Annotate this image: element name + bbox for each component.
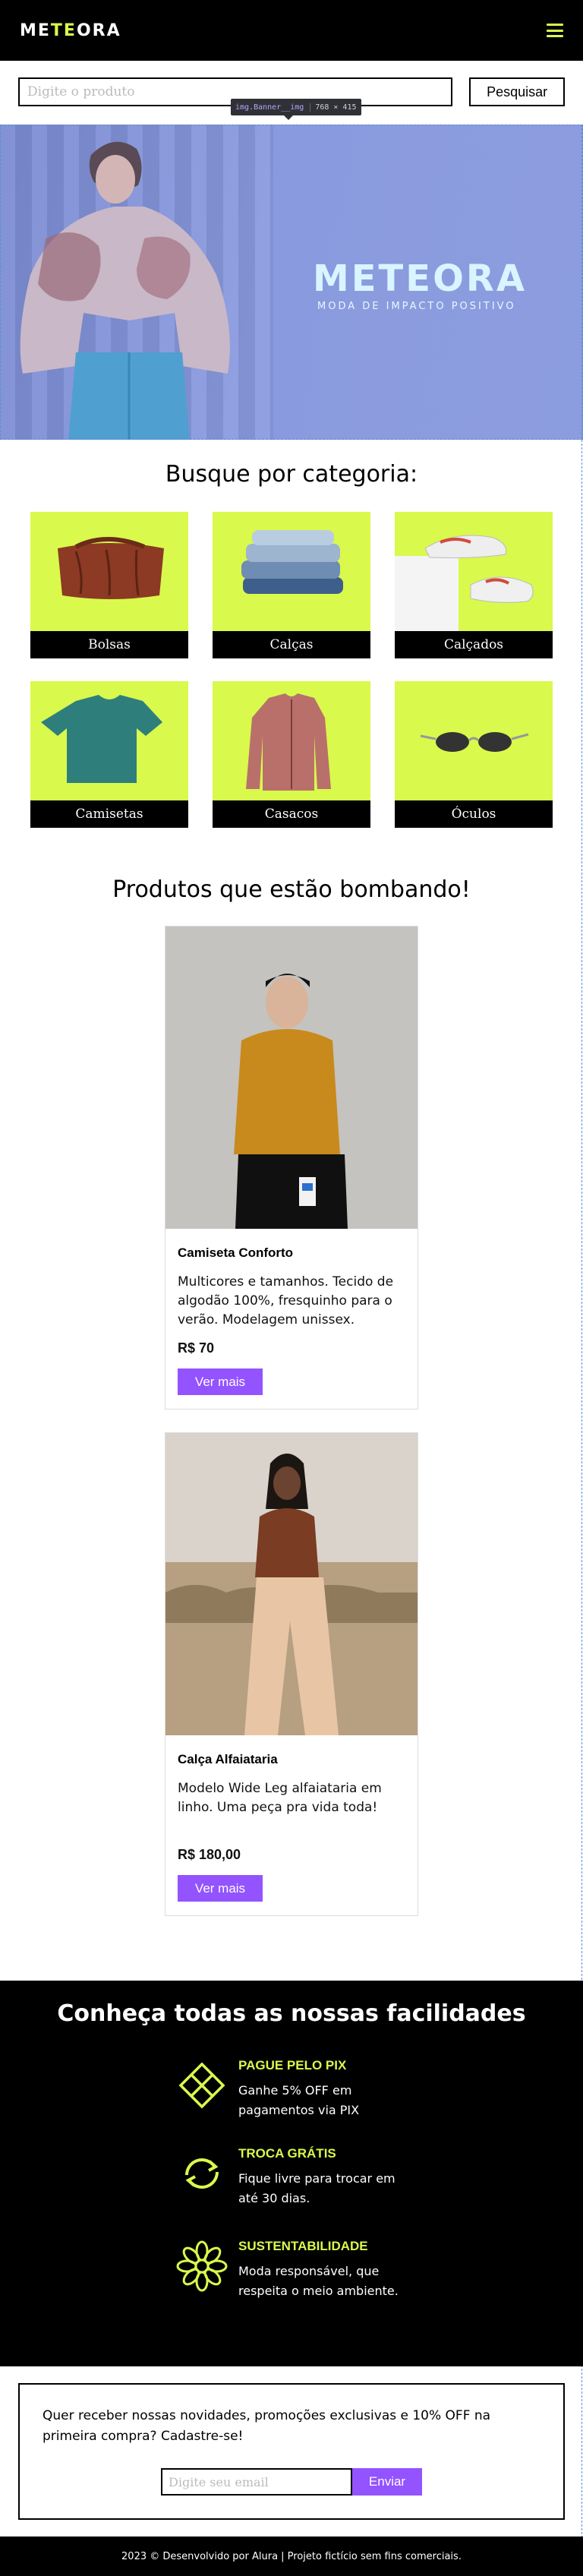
category-label: Calças (213, 631, 370, 658)
categories-grid: Bolsas Calças Calçados Camisetas Casacos… (0, 488, 583, 828)
facility-heading: SUSTENTABILIDADE (238, 2239, 368, 2253)
category-label: Casacos (213, 800, 370, 828)
see-more-button[interactable]: Ver mais (178, 1875, 263, 1902)
facility-sustentabilidade: SUSTENTABILIDADE Moda responsável, que r… (175, 2239, 405, 2301)
category-card-calcas[interactable]: Calças (213, 512, 370, 658)
facility-description: Fique livre para trocar em até 30 dias. (238, 2171, 395, 2205)
footer-text: 2023 © Desenvolvido por Alura | Projeto … (121, 2550, 462, 2562)
product-description: Multicores e tamanhos. Tecido de algodão… (178, 1274, 394, 1327)
product-name: Camiseta Conforto (178, 1245, 294, 1260)
facility-description: Moda responsável, que respeita o meio am… (238, 2264, 399, 2298)
newsletter-text: Quer receber nossas novidades, promoções… (43, 2408, 491, 2444)
product-description: Modelo Wide Leg alfaiataria em linho. Um… (178, 1781, 382, 1815)
see-more-button[interactable]: Ver mais (178, 1368, 263, 1395)
facility-heading: PAGUE PELO PIX (238, 2058, 347, 2072)
sneakers-image (395, 535, 534, 631)
hamburger-menu-icon[interactable] (547, 24, 563, 37)
category-card-calcados[interactable]: Calçados (395, 512, 553, 658)
category-label: Bolsas (30, 631, 188, 658)
facility-pix: PAGUE PELO PIX Ganhe 5% OFF em pagamento… (175, 2058, 405, 2120)
category-card-oculos[interactable]: Óculos (395, 681, 553, 828)
products-title: Produtos que estão bombando! (112, 876, 471, 903)
category-card-camisetas[interactable]: Camisetas (30, 681, 188, 828)
tshirt-image (41, 695, 162, 783)
category-card-bolsas[interactable]: Bolsas (30, 512, 188, 658)
search-button[interactable]: Pesquisar (469, 77, 565, 106)
exchange-arrows-icon (185, 2158, 219, 2189)
category-label: Calçados (395, 631, 553, 658)
facility-troca: TROCA GRÁTIS Fique livre para trocar em … (175, 2146, 405, 2208)
facility-description: Ganhe 5% OFF em pagamentos via PIX (238, 2083, 360, 2117)
banner-model-image (20, 141, 230, 440)
product-image (165, 927, 418, 1229)
newsletter-form: Enviar (161, 2468, 422, 2496)
hero-banner: METEORA MODA DE IMPACTO POSITIVO (0, 125, 583, 440)
jacket-image (246, 693, 331, 791)
pix-icon (178, 2062, 225, 2109)
category-label: Camisetas (30, 800, 188, 828)
devtools-tooltip: img.Banner__img 768 × 415 (231, 99, 361, 120)
product-name: Calça Alfaiataria (178, 1752, 278, 1766)
banner-logo: METEORA (313, 257, 527, 300)
facilities-title: Conheça todas as nossas facilidades (57, 2000, 526, 2027)
newsletter-box: Quer receber nossas novidades, promoções… (18, 2383, 565, 2520)
facility-heading: TROCA GRÁTIS (238, 2146, 336, 2161)
site-footer: 2023 © Desenvolvido por Alura | Projeto … (0, 2537, 583, 2576)
product-card-camiseta: Camiseta Conforto Multicores e tamanhos.… (165, 926, 418, 1410)
product-image (165, 1433, 418, 1735)
email-field[interactable] (161, 2468, 352, 2496)
sunglasses-image (420, 732, 529, 752)
flower-icon (176, 2240, 228, 2292)
product-card-calca: Calça Alfaiataria Modelo Wide Leg alfaia… (165, 1432, 418, 1916)
categories-title: Busque por categoria: (165, 461, 418, 488)
product-price: R$ 70 (178, 1340, 215, 1356)
bag-image (58, 537, 164, 599)
site-header: METEORA (0, 0, 583, 61)
site-logo[interactable]: METEORA (20, 21, 121, 40)
category-card-casacos[interactable]: Casacos (213, 681, 370, 828)
send-button[interactable]: Enviar (352, 2468, 422, 2496)
facilities-section: Conheça todas as nossas facilidades PAGU… (0, 1981, 583, 2366)
product-price: R$ 180,00 (178, 1847, 241, 1862)
jeans-image (241, 530, 343, 594)
banner-tagline: MODA DE IMPACTO POSITIVO (317, 301, 516, 312)
category-label: Óculos (395, 800, 553, 828)
